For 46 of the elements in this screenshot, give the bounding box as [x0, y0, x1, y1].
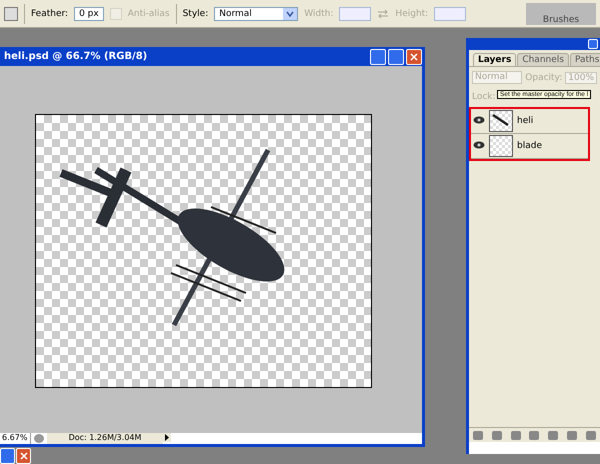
height-label: Height:	[395, 8, 428, 18]
window-title: heli.psd @ 66.7% (RGB/8)	[4, 51, 148, 62]
close-icon	[20, 452, 28, 460]
toolbar-icon[interactable]	[4, 6, 18, 20]
width-label: Width:	[304, 8, 334, 18]
panel-tool-icon[interactable]	[473, 430, 484, 440]
width-field[interactable]	[339, 6, 372, 20]
maximize-button[interactable]	[388, 48, 404, 64]
layer-thumbnail	[489, 110, 513, 132]
eye-icon[interactable]	[473, 140, 485, 148]
palette-tab[interactable]: Brushes	[526, 2, 596, 24]
panel-tool-icon[interactable]	[586, 430, 596, 440]
maximize-button[interactable]	[0, 448, 15, 464]
caret-icon	[283, 8, 298, 20]
eye-icon[interactable]	[473, 116, 485, 124]
panel-tab[interactable]: Paths	[570, 53, 600, 66]
close-button[interactable]	[406, 48, 422, 64]
style-dropdown[interactable]: Normal	[214, 6, 298, 20]
panel-tool-icon[interactable]	[492, 430, 502, 440]
style-label: Style:	[182, 8, 208, 18]
feather-label: Feather:	[31, 8, 68, 18]
panel-tab[interactable]: Layers	[473, 53, 516, 66]
close-button[interactable]	[16, 448, 31, 464]
panel-tool-icon[interactable]	[566, 430, 577, 440]
swap-icon[interactable]	[377, 8, 390, 18]
layer-row[interactable]: heli	[471, 109, 588, 134]
panel-tool-icon[interactable]	[510, 430, 521, 440]
minimize-button[interactable]	[588, 39, 598, 49]
lock-label: Lock:	[472, 92, 496, 102]
layer-thumbnail	[489, 135, 513, 157]
close-icon	[410, 52, 418, 60]
feather-field[interactable]: 0 px	[74, 6, 104, 20]
panel-tab[interactable]: Channels	[517, 53, 569, 66]
antialias-label: Anti-alias	[128, 8, 170, 18]
layer-name: blade	[517, 141, 542, 151]
status-icon	[34, 434, 44, 443]
layer-name: heli	[517, 116, 534, 126]
minimize-button[interactable]	[370, 48, 386, 64]
height-field[interactable]	[434, 6, 466, 20]
panel-tool-icon[interactable]	[548, 430, 558, 440]
document-size: Doc: 1.26M/3.04M	[47, 433, 163, 444]
layer-row[interactable]: blade	[471, 134, 588, 159]
play-icon[interactable]	[163, 433, 171, 442]
panel-tool-icon[interactable]	[529, 430, 540, 440]
opacity-label: Opacity:	[525, 72, 562, 82]
zoom-level: 6.67%	[0, 433, 31, 444]
